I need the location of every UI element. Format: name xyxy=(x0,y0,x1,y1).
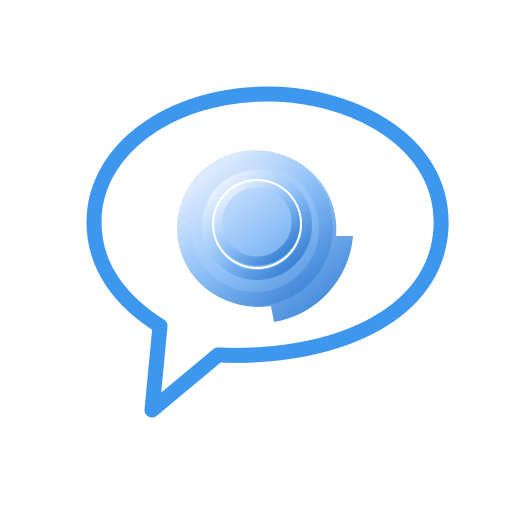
logo-canvas xyxy=(0,0,512,512)
speech-bubble-spiral-icon xyxy=(86,86,449,418)
